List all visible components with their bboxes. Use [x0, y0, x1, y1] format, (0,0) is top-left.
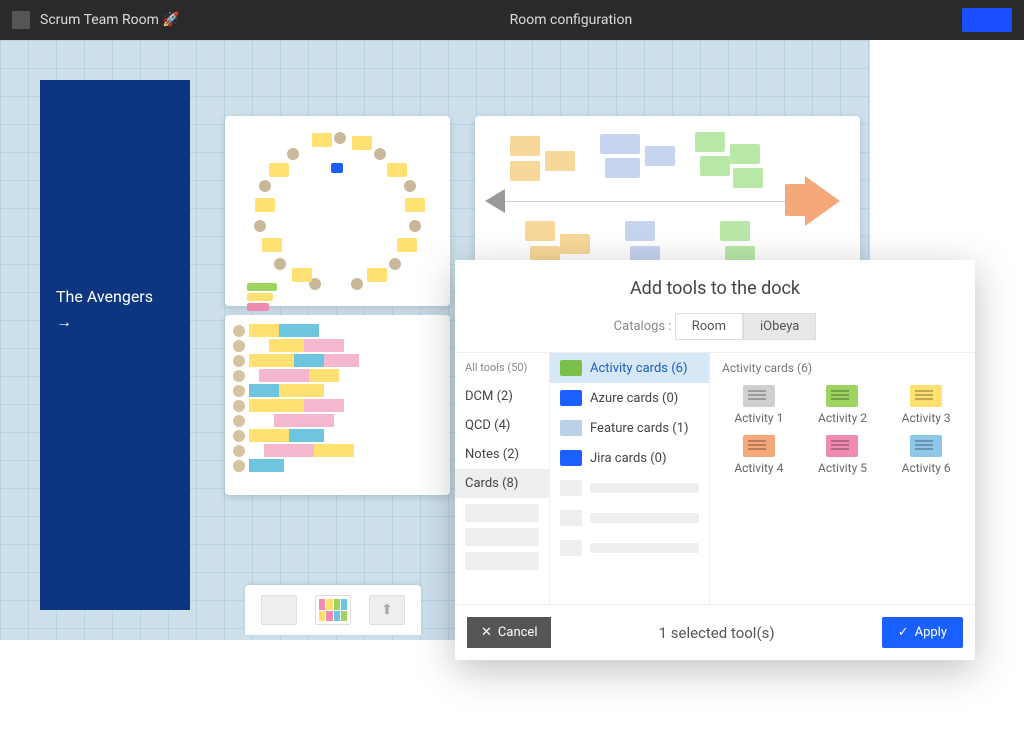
- dock: ⬆: [245, 585, 421, 635]
- catalog-switcher: Catalogs : RoomiObeya: [455, 309, 975, 352]
- dock-tool-upload[interactable]: ⬆: [369, 595, 405, 625]
- selected-count: 1 selected tool(s): [551, 624, 881, 642]
- catalogs-label: Catalogs :: [614, 319, 672, 334]
- board-gantt[interactable]: [225, 315, 450, 495]
- dock-tool-1[interactable]: [261, 595, 297, 625]
- cancel-button[interactable]: ✕Cancel: [467, 617, 551, 648]
- team-side-panel: The Avengers →: [40, 80, 190, 610]
- activity-4[interactable]: Activity 4: [722, 435, 796, 475]
- category-cards[interactable]: Cards (8): [455, 469, 549, 498]
- tool-jira-cards[interactable]: Jira cards (0): [550, 443, 709, 473]
- header-action-button[interactable]: [962, 8, 1012, 32]
- tool-azure-cards[interactable]: Azure cards (0): [550, 383, 709, 413]
- azure-cards-icon: [560, 390, 582, 406]
- tool-preview: Activity cards (6) Activity 1 Activity 2…: [710, 353, 975, 604]
- top-bar: Scrum Team Room 🚀 Room configuration: [0, 0, 1024, 40]
- tool-label: Activity cards (6): [590, 361, 688, 376]
- room-name: Scrum Team Room 🚀: [40, 12, 180, 28]
- jira-cards-icon: [560, 450, 582, 466]
- tab-iobeya[interactable]: iObeya: [743, 313, 816, 340]
- tool-feature-cards[interactable]: Feature cards (1): [550, 413, 709, 443]
- tool-label: Jira cards (0): [590, 451, 667, 466]
- check-icon: ✓: [898, 625, 909, 640]
- apply-button[interactable]: ✓Apply: [882, 617, 963, 648]
- feature-cards-icon: [560, 420, 582, 436]
- category-qcd[interactable]: QCD (4): [455, 411, 549, 440]
- preview-header: Activity cards (6): [722, 361, 963, 375]
- category-list: All tools (50) DCM (2) QCD (4) Notes (2)…: [455, 353, 550, 604]
- board-circle[interactable]: [225, 116, 450, 306]
- team-name: The Avengers: [56, 287, 174, 306]
- tool-placeholder: [550, 533, 709, 563]
- add-tools-modal: Add tools to the dock Catalogs : RoomiOb…: [455, 260, 975, 660]
- page-title: Room configuration: [180, 12, 962, 28]
- app-icon: [12, 11, 30, 29]
- dock-tool-2[interactable]: [315, 595, 351, 625]
- category-placeholder: [465, 504, 539, 522]
- tool-placeholder: [550, 473, 709, 503]
- activity-5[interactable]: Activity 5: [806, 435, 880, 475]
- activity-6[interactable]: Activity 6: [889, 435, 963, 475]
- arrow-right-icon[interactable]: →: [56, 312, 174, 332]
- category-header: All tools (50): [455, 353, 549, 382]
- activity-2[interactable]: Activity 2: [806, 385, 880, 425]
- close-icon: ✕: [481, 625, 492, 640]
- activity-cards-icon: [560, 360, 582, 376]
- tool-label: Feature cards (1): [590, 421, 689, 436]
- tool-list: Activity cards (6) Azure cards (0) Featu…: [550, 353, 710, 604]
- category-notes[interactable]: Notes (2): [455, 440, 549, 469]
- tool-label: Azure cards (0): [590, 391, 678, 406]
- category-placeholder: [465, 528, 539, 546]
- tool-placeholder: [550, 503, 709, 533]
- tab-room[interactable]: Room: [675, 313, 743, 340]
- activity-1[interactable]: Activity 1: [722, 385, 796, 425]
- category-dcm[interactable]: DCM (2): [455, 382, 549, 411]
- tool-activity-cards[interactable]: Activity cards (6): [550, 353, 709, 383]
- activity-3[interactable]: Activity 3: [889, 385, 963, 425]
- category-placeholder: [465, 552, 539, 570]
- modal-title: Add tools to the dock: [455, 260, 975, 309]
